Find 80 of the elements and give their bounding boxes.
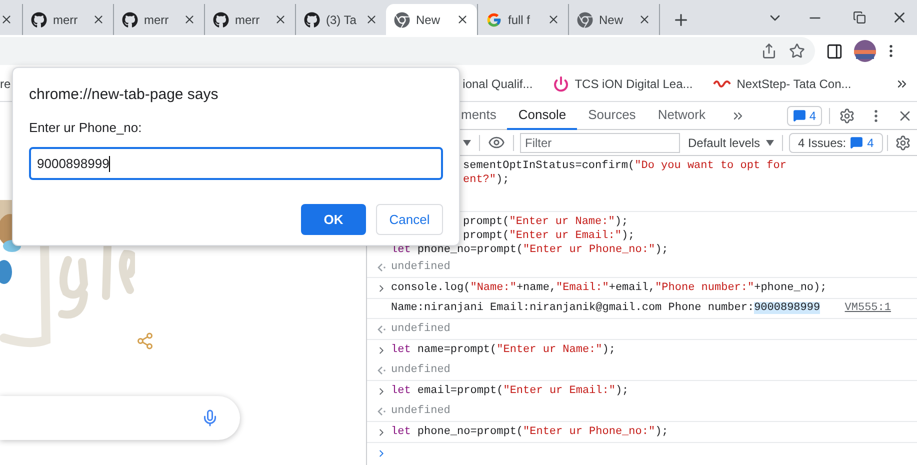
browser-tab[interactable]: merr — [22, 4, 113, 35]
tab-title: full f — [508, 12, 530, 28]
code-line: prompt("Enter ur Name:"); — [463, 214, 628, 230]
close-tab-icon[interactable] — [456, 13, 469, 26]
github-icon — [213, 12, 229, 28]
tab-title: merr — [235, 12, 260, 28]
tab-title: merr — [144, 12, 169, 28]
message-icon — [793, 109, 806, 122]
browser-tab[interactable]: New — [386, 4, 477, 35]
github-icon — [122, 12, 138, 28]
side-panel-icon[interactable] — [826, 42, 843, 60]
log-text: Name:niranjani Email:niranjanik@gmail.com Phone number:9000898999 — [391, 301, 820, 316]
code-line: let name=prompt("Enter ur Name:"); — [391, 342, 616, 358]
profile-avatar[interactable] — [854, 40, 876, 62]
result-text: undefined — [391, 404, 450, 419]
context-dropdown-icon — [463, 140, 471, 146]
cancel-button[interactable]: Cancel — [376, 204, 443, 235]
browser-tab[interactable]: New — [568, 4, 659, 35]
filter-field[interactable]: Filter — [520, 132, 680, 152]
devtools-tab[interactable]: Console — [507, 102, 578, 130]
close-tab-icon[interactable] — [92, 13, 105, 26]
close-tab-icon[interactable] — [274, 13, 287, 26]
result-text: undefined — [391, 260, 450, 275]
tab-title: (3) Ta — [326, 12, 356, 28]
eye-icon[interactable] — [488, 134, 505, 151]
dropdown-caret-icon — [766, 140, 774, 146]
google-icon — [486, 12, 502, 28]
code-line: ent?"); — [463, 172, 510, 188]
microphone-icon[interactable] — [201, 409, 219, 427]
close-tab-icon[interactable] — [365, 13, 378, 26]
issues-count: 4 — [867, 134, 874, 152]
devtools-tab[interactable]: Network — [646, 102, 716, 130]
devtools-tab[interactable]: Sources — [577, 102, 647, 130]
close-tab-icon[interactable] — [183, 13, 196, 26]
bookmark[interactable]: NextStep- Tata Con... — [708, 71, 856, 97]
browser-tab[interactable]: merr — [113, 4, 204, 35]
code-line: console.log("Name:"+name,"Email:"+email,"Phone number:"+phone_no); — [391, 280, 827, 296]
result-arrow-icon — [376, 262, 387, 272]
ok-button[interactable]: OK — [301, 204, 366, 235]
tab-title: New — [416, 12, 440, 28]
code-line: let phone_no=prompt("Enter ur Phone_no:"); — [391, 424, 668, 440]
result-text: undefined — [391, 362, 450, 378]
bookmark-star-icon[interactable] — [789, 43, 805, 59]
share-icon[interactable] — [761, 43, 777, 59]
message-icon — [850, 136, 864, 149]
bookmark[interactable]: re — [0, 71, 11, 97]
console-settings-icon[interactable] — [895, 134, 911, 150]
browser-tab[interactable]: full f — [477, 4, 568, 35]
restore-icon[interactable] — [853, 11, 866, 24]
tab-title: merr — [53, 12, 78, 28]
phone-input-field[interactable]: 9000898999 — [29, 147, 443, 180]
close-tab-icon[interactable] — [0, 13, 13, 26]
result-arrow-icon — [376, 324, 387, 334]
levels-dropdown[interactable]: Default levels — [688, 134, 774, 152]
bookmark[interactable]: ional Qualif... — [458, 71, 537, 97]
chrome-icon — [577, 12, 593, 28]
dialog-title: chrome://new-tab-page says — [29, 85, 220, 105]
settings-icon[interactable] — [839, 108, 855, 124]
swirl-logo-icon — [712, 78, 731, 90]
code-line: sementOptInStatus=confirm("Do you want to opt for — [463, 158, 786, 174]
code-line: prompt("Enter ur Email:"); — [463, 228, 635, 244]
github-icon — [31, 12, 47, 28]
issues-button[interactable]: 4 Issues: 4 — [789, 132, 883, 152]
close-tab-icon[interactable] — [638, 13, 651, 26]
messages-badge[interactable]: 4 — [787, 106, 822, 126]
power-icon — [552, 76, 569, 92]
issues-label: 4 Issues: — [798, 134, 846, 152]
github-icon — [304, 12, 320, 28]
browser-tab[interactable]: merr — [204, 4, 295, 35]
messages-count: 4 — [809, 108, 816, 124]
result-arrow-icon — [376, 364, 387, 376]
source-link[interactable]: VM555:1 — [844, 300, 891, 317]
close-tab-icon[interactable] — [547, 13, 560, 26]
dialog-label: Enter ur Phone_no: — [29, 118, 143, 137]
code-line: let email=prompt("Enter ur Email:"); — [391, 384, 629, 399]
bookmark[interactable]: TCS iON Digital Lea... — [548, 71, 697, 97]
chrome-icon — [394, 12, 410, 28]
tab-title: New — [599, 12, 624, 28]
result-arrow-icon — [376, 406, 387, 416]
result-text: undefined — [391, 322, 450, 337]
